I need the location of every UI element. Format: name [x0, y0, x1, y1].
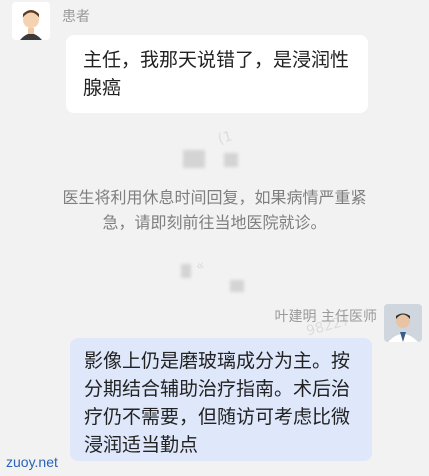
patient-name: 患者 [62, 9, 90, 25]
faint-watermark-mark: « [194, 257, 207, 275]
faint-watermark-mark: (1 [216, 128, 235, 148]
doctor-avatar-icon [384, 304, 422, 342]
doctor-message-text: 影像上仍是磨玻璃成分为主。按分期结合辅助治疗指南。术后治疗仍不需要，但随访可考虑… [84, 350, 351, 456]
doctor-name-title: 叶建明 主任医师 [274, 309, 377, 325]
patient-message-text: 主任，我那天说错了，是浸润性腺癌 [83, 49, 350, 99]
doctor-avatar[interactable] [384, 304, 422, 342]
patient-avatar[interactable] [12, 2, 50, 40]
doctor-message-bubble[interactable]: 影像上仍是磨玻璃成分为主。按分期结合辅助治疗指南。术后治疗仍不需要，但随访可考虑… [70, 338, 372, 461]
system-notice-line: 急，请即刻前往当地医院就诊。 [102, 213, 327, 232]
patient-message-bubble[interactable]: 主任，我那天说错了，是浸润性腺癌 [66, 35, 368, 113]
patient-avatar-icon [12, 2, 50, 40]
site-watermark: zuoy.net [6, 454, 58, 470]
system-notice-line: 医生将利用休息时间回复，如果病情严重紧 [62, 188, 367, 207]
blurred-timestamp [183, 150, 205, 168]
blurred-timestamp [181, 264, 191, 278]
blurred-timestamp [230, 280, 244, 292]
blurred-timestamp [224, 153, 238, 167]
